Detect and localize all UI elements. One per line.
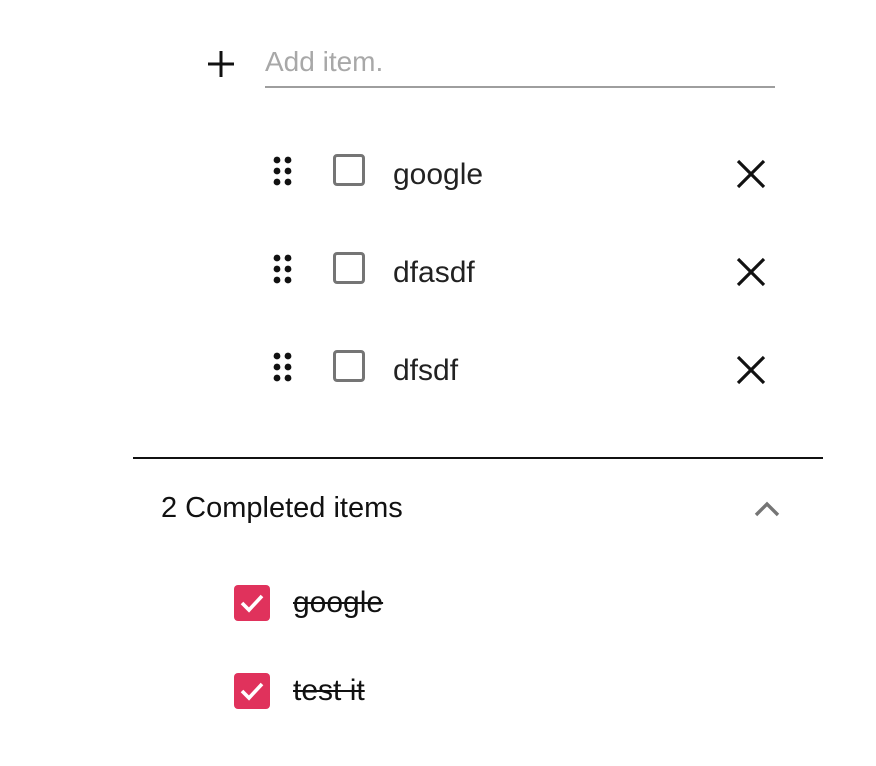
completed-items-list: google test it	[234, 582, 734, 758]
item-checkbox-checked[interactable]	[234, 673, 270, 709]
completed-item-label: google	[293, 586, 384, 619]
list-item: dfasdf	[272, 224, 782, 322]
completed-items-toggle[interactable]: 2 Completed items	[161, 486, 786, 530]
close-icon[interactable]	[734, 353, 768, 387]
item-checkbox[interactable]	[333, 350, 365, 382]
close-icon[interactable]	[734, 157, 768, 191]
drag-handle-icon[interactable]	[272, 156, 296, 190]
add-item-input[interactable]	[265, 38, 775, 88]
chevron-up-icon[interactable]	[752, 497, 782, 519]
close-icon[interactable]	[734, 255, 768, 289]
list-item: google	[272, 126, 782, 224]
active-items-list: google dfasdf dfsdf	[272, 126, 782, 420]
item-checkbox[interactable]	[333, 154, 365, 186]
item-checkbox[interactable]	[333, 252, 365, 284]
list-item: dfsdf	[272, 322, 782, 420]
add-item-row	[206, 38, 776, 92]
drag-handle-icon[interactable]	[272, 352, 296, 386]
item-label: dfasdf	[393, 256, 475, 289]
check-icon	[240, 682, 264, 701]
list-item: google	[234, 582, 734, 670]
check-icon	[240, 594, 264, 613]
section-divider	[133, 457, 823, 459]
completed-items-heading: 2 Completed items	[161, 492, 403, 524]
plus-icon[interactable]	[206, 49, 236, 79]
item-label: dfsdf	[393, 354, 459, 387]
completed-item-label: test it	[293, 674, 365, 707]
list-item: test it	[234, 670, 734, 758]
drag-handle-icon[interactable]	[272, 254, 296, 288]
item-checkbox-checked[interactable]	[234, 585, 270, 621]
item-label: google	[393, 158, 484, 191]
